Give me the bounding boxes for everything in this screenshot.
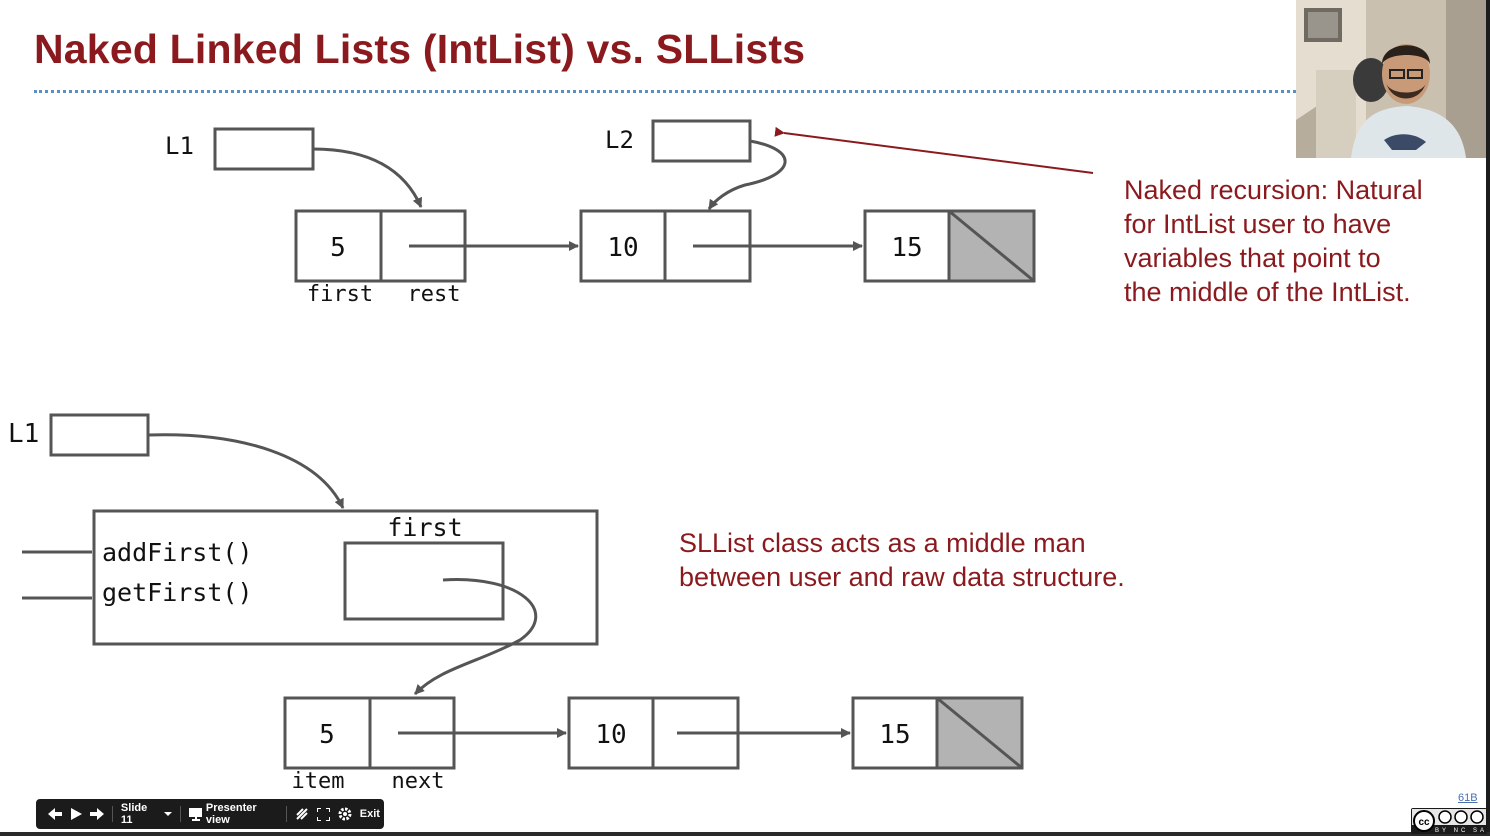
top-l1-label: L1 bbox=[165, 132, 194, 160]
top-note-line-1: Naked recursion: Natural bbox=[1124, 175, 1423, 205]
diagram-canvas: L1 L2 5 10 15 first rest L1 addFirst() g… bbox=[8, 119, 1094, 794]
method-addfirst: addFirst() bbox=[102, 538, 253, 567]
top-l2-box bbox=[651, 119, 752, 163]
presenter-view-label: Presenter view bbox=[205, 802, 257, 826]
top-l1-box bbox=[213, 127, 315, 171]
license-text: BY NC SA bbox=[1435, 828, 1487, 834]
bottom-node-2-value: 10 bbox=[595, 720, 626, 750]
toolbar-separator bbox=[112, 806, 113, 822]
top-l2-pointer bbox=[707, 139, 787, 210]
top-node-2-value: 10 bbox=[607, 233, 638, 263]
presentation-toolbar: Slide 11 Presenter view Exit bbox=[36, 799, 384, 829]
by-icon bbox=[1438, 810, 1452, 824]
top-node-1: 5 bbox=[294, 209, 579, 283]
svg-text:cc: cc bbox=[1418, 817, 1430, 828]
annotation-arrow bbox=[774, 126, 1094, 174]
bottom-note-line-1: SLList class acts as a middle man bbox=[679, 528, 1086, 558]
top-node-1-value: 5 bbox=[330, 233, 346, 263]
top-l1-pointer bbox=[312, 147, 423, 208]
chevron-down-icon bbox=[163, 812, 172, 816]
monitor-icon bbox=[188, 807, 202, 821]
toolbar-separator bbox=[285, 806, 287, 822]
exit-label: Exit bbox=[359, 808, 380, 820]
top-note-line-4: the middle of the IntList. bbox=[1124, 277, 1411, 307]
bottom-l1-box bbox=[49, 413, 150, 457]
bottom-field-next-label: next bbox=[392, 769, 445, 794]
bottom-node-3-value: 15 bbox=[879, 720, 910, 750]
top-l2-label: L2 bbox=[605, 126, 634, 154]
sa-icon bbox=[1470, 810, 1484, 824]
bottom-node-1: 5 bbox=[283, 696, 567, 770]
bottom-diagram: L1 addFirst() getFirst() first 5 10 15 i… bbox=[8, 413, 1024, 794]
slide-selector-label: Slide 11 bbox=[120, 802, 148, 826]
laser-pointer-icon bbox=[296, 808, 308, 820]
window-edge bbox=[1486, 0, 1490, 836]
top-node-3-value: 15 bbox=[891, 233, 922, 263]
fullscreen-icon bbox=[316, 807, 330, 821]
toolbar-separator bbox=[180, 806, 181, 822]
laser-pointer-button[interactable] bbox=[291, 799, 313, 829]
method-getfirst: getFirst() bbox=[102, 578, 253, 607]
first-pointer bbox=[413, 578, 538, 696]
arrow-left-icon bbox=[48, 808, 62, 820]
bottom-note-line-2: between user and raw data structure. bbox=[679, 562, 1125, 592]
top-node-2: 10 bbox=[579, 209, 863, 283]
license-badge: cc BY NC SA bbox=[1411, 808, 1487, 834]
top-diagram: L1 L2 5 10 15 first rest bbox=[165, 119, 1094, 307]
nc-icon bbox=[1454, 810, 1468, 824]
fullscreen-button[interactable] bbox=[313, 799, 334, 829]
top-note-line-2: for IntList user to have bbox=[1124, 209, 1392, 239]
bottom-node-3: 15 bbox=[851, 696, 1024, 770]
window-bottom-edge bbox=[0, 832, 1490, 836]
next-slide-button[interactable] bbox=[86, 799, 108, 829]
field-first-label: first bbox=[387, 513, 462, 542]
top-node-3: 15 bbox=[863, 209, 1036, 283]
top-note-line-3: variables that point to bbox=[1124, 243, 1381, 273]
bottom-l1-label: L1 bbox=[8, 419, 39, 449]
top-note: Naked recursion: Natural for IntList use… bbox=[1124, 173, 1423, 309]
webcam-video bbox=[1296, 0, 1486, 158]
bottom-note: SLList class acts as a middle man betwee… bbox=[679, 526, 1125, 594]
sllist-object: addFirst() getFirst() first bbox=[22, 509, 599, 696]
gear-icon bbox=[338, 807, 352, 821]
presenter-view-button[interactable]: Presenter view bbox=[185, 799, 282, 829]
play-button[interactable] bbox=[66, 799, 86, 829]
bottom-node-2: 10 bbox=[567, 696, 851, 770]
play-icon bbox=[71, 808, 82, 820]
arrow-right-icon bbox=[90, 808, 104, 820]
previous-slide-button[interactable] bbox=[44, 799, 66, 829]
exit-button[interactable]: Exit bbox=[356, 799, 384, 829]
settings-button[interactable] bbox=[334, 799, 356, 829]
slide-selector[interactable]: Slide 11 bbox=[117, 799, 176, 829]
bottom-node-1-value: 5 bbox=[319, 720, 335, 750]
bottom-field-item-label: item bbox=[292, 769, 345, 794]
top-field-first-label: first bbox=[307, 282, 373, 307]
top-field-rest-label: rest bbox=[408, 282, 461, 307]
slide-number-link[interactable]: 61B bbox=[1458, 792, 1478, 804]
bottom-l1-pointer bbox=[147, 433, 345, 509]
